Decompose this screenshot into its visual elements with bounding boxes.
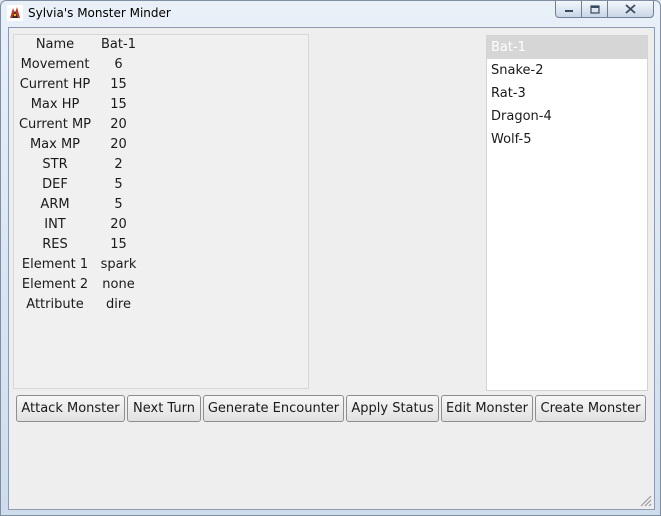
monster-list[interactable]: Bat-1 Snake-2 Rat-3 Dragon-4 Wolf-5 <box>486 35 648 391</box>
stat-label: Attribute <box>26 297 84 312</box>
stat-value: Bat-1 <box>101 37 136 52</box>
stat-label: Max HP <box>30 97 80 112</box>
stat-row: Element 2 none <box>14 275 310 295</box>
maximize-button[interactable] <box>582 1 608 18</box>
resize-grip-icon[interactable] <box>638 493 652 507</box>
stat-row: Current MP 20 <box>14 115 310 135</box>
stat-value: spark <box>100 257 137 272</box>
stat-row: Movement 6 <box>14 55 310 75</box>
client-area: Name Bat-1 Movement 6 Current HP 15 Max HP 15 Cu… <box>8 27 655 510</box>
caption-buttons <box>555 1 654 19</box>
stat-row: Max MP 20 <box>14 135 310 155</box>
stat-row: INT 20 <box>14 215 310 235</box>
window-title: Sylvia's Monster Minder <box>28 6 171 20</box>
stat-label: Current MP <box>18 117 91 132</box>
create-monster-button[interactable]: Create Monster <box>535 395 646 422</box>
generate-encounter-button[interactable]: Generate Encounter <box>203 395 344 422</box>
stat-label: Current HP <box>19 77 91 92</box>
stat-value: 5 <box>114 197 123 212</box>
action-button-bar: Attack Monster Next Turn Generate Encoun… <box>16 395 648 423</box>
monster-stats-panel: Name Bat-1 Movement 6 Current HP 15 Max HP 15 Cu… <box>13 34 309 389</box>
monster-list-item[interactable]: Rat-3 <box>487 82 647 105</box>
stat-row: ARM 5 <box>14 195 310 215</box>
stat-row: Max HP 15 <box>14 95 310 115</box>
title-bar[interactable]: Sylvia's Monster Minder <box>1 1 660 27</box>
monster-list-item[interactable]: Dragon-4 <box>487 105 647 128</box>
stat-label: RES <box>42 237 68 252</box>
stat-row: Element 1 spark <box>14 255 310 275</box>
stat-value: dire <box>106 297 131 312</box>
stat-value: 15 <box>110 97 127 112</box>
stat-row: DEF 5 <box>14 175 310 195</box>
monster-list-item[interactable]: Wolf-5 <box>487 128 647 151</box>
minimize-button[interactable] <box>555 1 582 18</box>
stat-label: ARM <box>40 197 70 212</box>
stat-value: none <box>102 277 135 292</box>
app-window: Sylvia's Monster Minder Name Bat-1 Moveme <box>0 0 661 516</box>
stat-value: 5 <box>114 177 123 192</box>
stat-value: 2 <box>114 157 123 172</box>
monster-list-item[interactable]: Snake-2 <box>487 59 647 82</box>
stat-label: STR <box>42 157 68 172</box>
stat-row: STR 2 <box>14 155 310 175</box>
monster-app-icon <box>7 5 23 21</box>
stat-row: Name Bat-1 <box>14 35 310 55</box>
edit-monster-button[interactable]: Edit Monster <box>441 395 533 422</box>
minimize-icon <box>564 10 573 12</box>
stat-label: INT <box>44 217 66 232</box>
stat-label: Element 2 <box>21 277 89 292</box>
stat-value: 20 <box>110 137 127 152</box>
apply-status-button[interactable]: Apply Status <box>346 395 439 422</box>
stat-row: Attribute dire <box>14 295 310 315</box>
close-icon <box>625 4 636 14</box>
stat-value: 15 <box>110 77 127 92</box>
stat-value: 6 <box>114 57 123 72</box>
stat-row: RES 15 <box>14 235 310 255</box>
stat-row: Current HP 15 <box>14 75 310 95</box>
stat-value: 20 <box>110 217 127 232</box>
close-button[interactable] <box>608 1 654 18</box>
stat-label: DEF <box>42 177 68 192</box>
stat-label: Element 1 <box>21 257 89 272</box>
next-turn-button[interactable]: Next Turn <box>127 395 201 422</box>
monster-list-item[interactable]: Bat-1 <box>487 36 647 59</box>
stat-value: 20 <box>110 117 127 132</box>
stat-value: 15 <box>110 237 127 252</box>
attack-monster-button[interactable]: Attack Monster <box>16 395 125 422</box>
stat-label: Max MP <box>29 137 81 152</box>
stat-label: Movement <box>20 57 90 72</box>
maximize-icon <box>589 4 600 14</box>
stat-label: Name <box>35 37 75 52</box>
